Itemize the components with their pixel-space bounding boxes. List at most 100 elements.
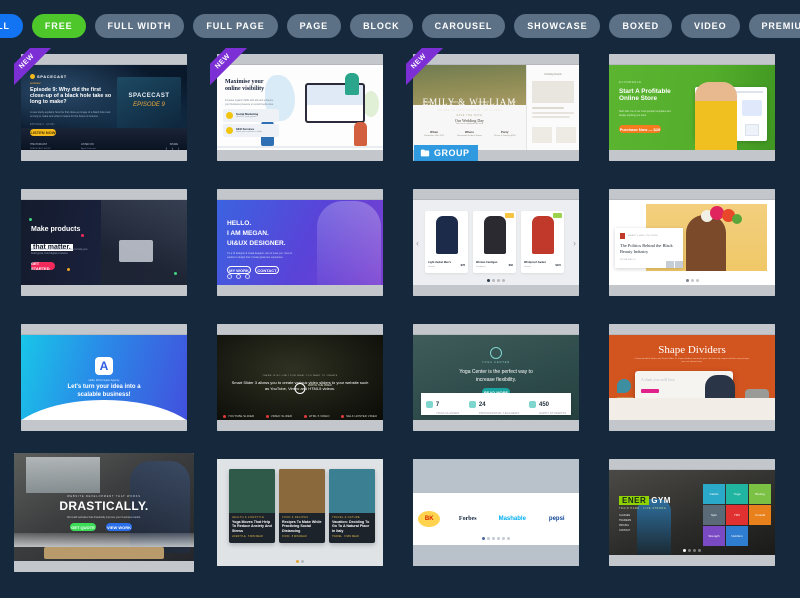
twitter-icon[interactable] xyxy=(236,274,241,279)
carousel-dot-4[interactable] xyxy=(698,549,701,552)
carousel-dot-4[interactable] xyxy=(497,537,500,540)
carousel-dot-5[interactable] xyxy=(502,537,505,540)
template-card-online-store[interactable]: ECOMMERCE Start A Profitable Online Stor… xyxy=(602,48,782,167)
social-links[interactable] xyxy=(227,274,250,279)
brand-logo-pepsi[interactable]: pepsi xyxy=(539,507,574,530)
article-prev-arrow[interactable] xyxy=(666,261,674,268)
article-next-arrow[interactable] xyxy=(675,261,683,268)
filter-pill-boxed[interactable]: BOXED xyxy=(609,14,672,38)
product-card[interactable]: Light Jacket Men's Jackets $78 xyxy=(425,211,468,273)
carousel-dot-3[interactable] xyxy=(695,279,699,282)
template-card-video-slider[interactable]: THERE IS NO LIMIT FOR WHAT YOU WANT TO C… xyxy=(210,318,390,437)
video-thumbnail-item[interactable]: HTML 5 VIDEO xyxy=(303,414,329,418)
wedding-nav-item[interactable]: RSVP xyxy=(509,101,516,104)
filter-pill-page[interactable]: PAGE xyxy=(286,14,342,38)
template-card-energym[interactable]: ENER GYM TRAIN HARD · LIVE STRONG CLASSE… xyxy=(602,453,782,572)
carousel-dots[interactable] xyxy=(609,279,775,282)
carousel-dot-4[interactable] xyxy=(502,279,505,282)
template-card-logo-carousel[interactable]: BK Forbes Mashable pepsi xyxy=(406,453,586,572)
video-thumbnail-row[interactable]: YOUTUBE SLIDER VIMEO SLIDER HTML 5 VIDEO SE… xyxy=(217,414,383,418)
carousel-prev-arrow[interactable]: ‹ xyxy=(416,238,419,248)
filter-pill-showcase[interactable]: SHOWCASE xyxy=(514,14,601,38)
facebook-icon[interactable] xyxy=(227,274,232,279)
my-work-button[interactable]: MY WORK xyxy=(227,266,251,274)
carousel-dots[interactable] xyxy=(217,560,383,563)
shop-cta-button[interactable] xyxy=(641,389,659,393)
carousel-dot-2[interactable] xyxy=(492,279,495,282)
filter-pill-full-page[interactable]: FULL PAGE xyxy=(193,14,278,38)
template-card-blog-carousel[interactable]: HEALTH & LIFESTYLE Yoga Moves That Help T… xyxy=(210,453,390,572)
carousel-dot-3[interactable] xyxy=(492,537,495,540)
wedding-nav[interactable]: HOME STORY GALLERY RSVP xyxy=(413,101,526,104)
category-tile-yoga[interactable]: Yoga xyxy=(726,484,748,504)
filter-pill-all[interactable]: ALL xyxy=(0,14,23,38)
carousel-dot-2[interactable] xyxy=(688,549,691,552)
template-card-online-visibility[interactable]: NEW Maximise your online visibility Incr… xyxy=(210,48,390,167)
category-tile-spin[interactable]: Spin xyxy=(703,505,725,525)
category-tile-trx[interactable]: TRX xyxy=(726,505,748,525)
filter-pill-premium[interactable]: PREMIUM xyxy=(748,14,800,38)
template-card-agency[interactable]: A Hello, We're Super Agency Let's turn y… xyxy=(14,318,194,437)
filter-pill-free[interactable]: FREE xyxy=(31,14,86,38)
carousel-dot-3[interactable] xyxy=(497,279,500,282)
wedding-nav-item[interactable]: STORY xyxy=(450,101,458,104)
carousel-dot-1[interactable] xyxy=(296,560,299,563)
carousel-dots[interactable] xyxy=(609,549,775,552)
carousel-dot-2[interactable] xyxy=(301,560,304,563)
template-card-spacecast[interactable]: NEW SPACECAST EPISODE 9 SPACECAST podcas… xyxy=(14,48,194,167)
category-tile-strength[interactable]: Strength xyxy=(703,526,725,546)
template-card-megan-portfolio[interactable]: HELLO. I AM MEGAN. UI&UX DESIGNER. I'm a… xyxy=(210,183,390,302)
category-tile-nutrition[interactable]: Nutrition xyxy=(726,526,748,546)
template-card-make-products[interactable]: Make products that matter. We provide di… xyxy=(14,183,194,302)
brand-logo-forbes[interactable]: Forbes xyxy=(450,507,485,530)
video-thumbnail-item[interactable]: VIMEO SLIDER xyxy=(265,414,292,418)
view-work-button[interactable]: VIEW WORK xyxy=(106,523,132,531)
carousel-dot-6[interactable] xyxy=(507,537,510,540)
wedding-nav-item[interactable]: GALLERY xyxy=(478,101,489,104)
template-card-beauty-article[interactable]: BEAUTY AND CULTURE The Politics Behind t… xyxy=(602,183,782,302)
gym-menu-item[interactable]: TRAINERS xyxy=(619,519,631,522)
get-started-button[interactable]: GET STARTED xyxy=(31,261,55,271)
carousel-dot-1[interactable] xyxy=(487,279,490,282)
template-card-shop-carousel[interactable]: Light Jacket Men's Jackets $78 Woman Cardig… xyxy=(406,183,586,302)
instagram-icon[interactable] xyxy=(245,274,250,279)
filter-pill-block[interactable]: BLOCK xyxy=(350,14,413,38)
video-thumbnail-item[interactable]: SELF HOSTED VIDEO xyxy=(341,414,377,418)
video-thumbnail-item[interactable]: YOUTUBE SLIDER xyxy=(222,414,254,418)
brand-logo-mashable[interactable]: Mashable xyxy=(495,507,530,530)
listen-now-button[interactable]: LISTEN NOW xyxy=(30,129,56,136)
gym-menu-item[interactable]: CLASSES xyxy=(619,514,631,517)
carousel-dot-1[interactable] xyxy=(482,537,485,540)
template-card-shape-dividers[interactable]: Shape Dividers Create beautiful sliders … xyxy=(602,318,782,437)
gym-menu-item[interactable]: PRICING xyxy=(619,524,631,527)
product-card[interactable]: Woman Cardigan Cardigans $62 xyxy=(473,211,516,273)
watch-video-label[interactable]: WATCH THE VIDEO xyxy=(308,384,332,387)
blog-card[interactable]: FOOD & RECIPES Recipes To Make While Prac… xyxy=(279,469,325,543)
gym-menu-item[interactable]: CONTACT xyxy=(619,529,631,532)
category-tile-cardio[interactable]: Cardio xyxy=(703,484,725,504)
product-card[interactable]: Windproof Jacket Jackets $115 xyxy=(521,211,564,273)
gym-menu[interactable]: CLASSES TRAINERS PRICING CONTACT xyxy=(619,514,631,534)
carousel-dot-2[interactable] xyxy=(487,537,490,540)
filter-pill-carousel[interactable]: CAROUSEL xyxy=(421,14,506,38)
group-badge[interactable]: GROUP xyxy=(414,145,478,161)
blog-card[interactable]: TRAVEL & NATURE Vacation: Deciding To Go … xyxy=(329,469,375,543)
wedding-nav-item[interactable]: HOME xyxy=(423,101,430,104)
carousel-dots[interactable] xyxy=(413,279,579,282)
contact-button[interactable]: CONTACT xyxy=(255,266,279,274)
blog-card[interactable]: HEALTH & LIFESTYLE Yoga Moves That Help T… xyxy=(229,469,275,543)
template-card-wedding[interactable]: NEW EMILY & WILLIAM WE ARE GETTING MARRI… xyxy=(406,48,586,167)
category-tile-grid[interactable]: Cardio Yoga Boxing Spin TRX Crossfit Strength N… xyxy=(703,484,771,546)
article-arrows[interactable] xyxy=(666,261,683,268)
category-tile-crossfit[interactable]: Crossfit xyxy=(749,505,771,525)
purchase-now-button[interactable]: Purchase Now — $29 xyxy=(619,125,661,133)
carousel-dot-3[interactable] xyxy=(693,549,696,552)
carousel-dot-2[interactable] xyxy=(690,279,694,282)
filter-pill-video[interactable]: VIDEO xyxy=(680,14,740,38)
brand-logo-burger-king[interactable]: BK xyxy=(418,510,441,527)
social-icons[interactable]: f t i xyxy=(166,146,181,150)
carousel-dot-1[interactable] xyxy=(685,279,689,282)
get-quote-button[interactable]: GET QUOTE xyxy=(70,523,96,531)
template-card-yoga-center[interactable]: YOGA CENTER Yoga Center is the perfect w… xyxy=(406,318,586,437)
carousel-dots[interactable] xyxy=(413,537,579,540)
